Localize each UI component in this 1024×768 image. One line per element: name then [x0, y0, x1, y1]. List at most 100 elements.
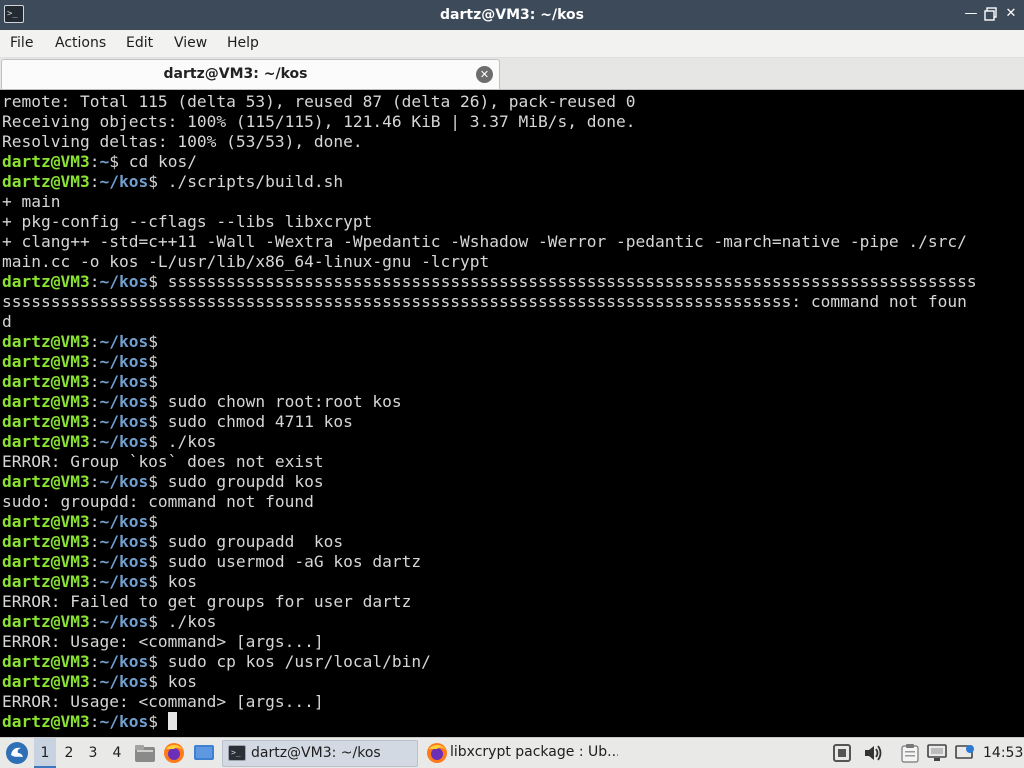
prompt-path: ~/kos: [99, 712, 149, 731]
terminal-output-line: Receiving objects: 100% (115/115), 121.4…: [2, 112, 636, 131]
close-icon[interactable]: ✕: [1003, 6, 1019, 22]
command-text: ./scripts/build.sh: [167, 172, 344, 191]
tab-close-icon[interactable]: ✕: [476, 66, 493, 83]
update-icon[interactable]: [955, 744, 975, 766]
prompt-user: dartz@VM3: [2, 552, 90, 571]
command-text: sudo usermod -aG kos dartz: [167, 552, 422, 571]
prompt-separator: :: [89, 552, 100, 571]
terminal-prompt-line: dartz@VM3:~/kos$: [2, 372, 1024, 392]
prompt-path: ~/kos: [99, 432, 149, 451]
firefox-icon[interactable]: [163, 742, 185, 768]
prompt-separator: :: [89, 432, 100, 451]
volume-icon[interactable]: [863, 744, 883, 766]
terminal-output-line: ERROR: Usage: <command> [args...]: [2, 692, 324, 711]
prompt-separator: :: [89, 272, 100, 291]
task-terminal[interactable]: >_ dartz@VM3: ~/kos: [222, 740, 418, 767]
workspace-3[interactable]: 3: [82, 738, 104, 768]
terminal-prompt-line: dartz@VM3:~/kos$: [2, 512, 1024, 532]
clipboard-icon[interactable]: [901, 743, 919, 767]
show-desktop-icon[interactable]: [193, 744, 215, 766]
menu-help[interactable]: Help: [227, 30, 259, 58]
prompt-dollar: $: [148, 572, 168, 591]
prompt-separator: :: [89, 412, 100, 431]
terminal-prompt-line: dartz@VM3:~/kos$ sssssssssssssssssssssss…: [2, 272, 1024, 292]
menu-bar: File Actions Edit View Help: [0, 30, 1024, 58]
taskbar: 1 2 3 4 >_ dartz@VM3: ~/kos libxcrypt pa…: [0, 737, 1024, 768]
screenshot-icon[interactable]: [833, 744, 851, 766]
firefox-icon: [426, 742, 448, 767]
prompt-user: dartz@VM3: [2, 712, 90, 731]
prompt-path: ~/kos: [99, 372, 149, 391]
prompt-user: dartz@VM3: [2, 392, 90, 411]
minimize-icon[interactable]: —: [963, 6, 979, 22]
prompt-user: dartz@VM3: [2, 432, 90, 451]
prompt-path: ~/kos: [99, 472, 149, 491]
tab-terminal[interactable]: dartz@VM3: ~/kos ✕: [1, 59, 500, 89]
prompt-path: ~/kos: [99, 612, 149, 631]
command-text: sudo chown root:root kos: [167, 392, 402, 411]
terminal-output[interactable]: remote: Total 115 (delta 53), reused 87 …: [0, 91, 1024, 737]
prompt-path: ~/kos: [99, 332, 149, 351]
workspace-4[interactable]: 4: [106, 738, 128, 768]
task-firefox[interactable]: libxcrypt package : Ub...: [422, 740, 618, 767]
terminal-output-line: remote: Total 115 (delta 53), reused 87 …: [2, 92, 636, 111]
menu-edit[interactable]: Edit: [126, 30, 153, 58]
prompt-user: dartz@VM3: [2, 372, 90, 391]
prompt-dollar: $: [148, 652, 168, 671]
prompt-separator: :: [89, 472, 100, 491]
terminal-output-line: ERROR: Group `kos` does not exist: [2, 452, 324, 471]
menu-file[interactable]: File: [10, 30, 33, 58]
prompt-dollar: $: [148, 712, 168, 731]
prompt-user: dartz@VM3: [2, 572, 90, 591]
command-text: ./kos: [167, 432, 217, 451]
prompt-dollar: $: [148, 372, 168, 391]
command-text: kos: [167, 672, 197, 691]
prompt-dollar: $: [148, 412, 168, 431]
window-titlebar[interactable]: >_ dartz@VM3: ~/kos — ✕: [0, 0, 1024, 30]
terminal-output-line: + pkg-config --cflags --libs libxcrypt: [2, 212, 373, 231]
workspace-2[interactable]: 2: [58, 738, 80, 768]
prompt-dollar: $: [148, 612, 168, 631]
prompt-user: dartz@VM3: [2, 652, 90, 671]
prompt-dollar: $: [148, 392, 168, 411]
terminal-output-line: main.cc -o kos -L/usr/lib/x86_64-linux-g…: [2, 252, 490, 271]
prompt-path: ~/kos: [99, 352, 149, 371]
prompt-path: ~/kos: [99, 532, 149, 551]
prompt-dollar: $: [148, 432, 168, 451]
prompt-separator: :: [89, 332, 100, 351]
prompt-separator: :: [89, 672, 100, 691]
clock[interactable]: 14:53: [983, 738, 1023, 768]
prompt-dollar: $: [148, 332, 168, 351]
terminal-prompt-line: dartz@VM3:~/kos$ sudo usermod -aG kos da…: [2, 552, 1024, 572]
prompt-separator: :: [89, 712, 100, 731]
prompt-path: ~/kos: [99, 672, 149, 691]
terminal-output-line: d: [2, 312, 12, 331]
terminal-prompt-line: dartz@VM3:~/kos$ ./kos: [2, 432, 1024, 452]
menu-actions[interactable]: Actions: [55, 30, 106, 58]
prompt-separator: :: [89, 652, 100, 671]
terminal-icon: >_: [228, 745, 246, 761]
prompt-dollar: $: [148, 472, 168, 491]
terminal-prompt-line: dartz@VM3:~/kos$: [2, 332, 1024, 352]
prompt-path: ~/kos: [99, 552, 149, 571]
prompt-user: dartz@VM3: [2, 172, 90, 191]
prompt-dollar: $: [148, 172, 168, 191]
prompt-user: dartz@VM3: [2, 332, 90, 351]
prompt-user: dartz@VM3: [2, 612, 90, 631]
file-manager-icon[interactable]: [134, 743, 156, 767]
network-icon[interactable]: [927, 744, 947, 766]
prompt-separator: :: [89, 352, 100, 371]
workspace-1[interactable]: 1: [34, 738, 56, 768]
prompt-user: dartz@VM3: [2, 472, 90, 491]
prompt-user: dartz@VM3: [2, 352, 90, 371]
menu-view[interactable]: View: [174, 30, 207, 58]
start-menu-icon[interactable]: [5, 741, 29, 768]
prompt-user: dartz@VM3: [2, 532, 90, 551]
terminal-output-line: + clang++ -std=c++11 -Wall -Wextra -Wped…: [2, 232, 967, 251]
prompt-path: ~: [99, 152, 110, 171]
terminal-prompt-line: dartz@VM3:~/kos$ sudo groupdd kos: [2, 472, 1024, 492]
prompt-dollar: $: [148, 512, 168, 531]
maximize-icon[interactable]: [983, 6, 999, 22]
prompt-separator: :: [89, 532, 100, 551]
prompt-user: dartz@VM3: [2, 272, 90, 291]
